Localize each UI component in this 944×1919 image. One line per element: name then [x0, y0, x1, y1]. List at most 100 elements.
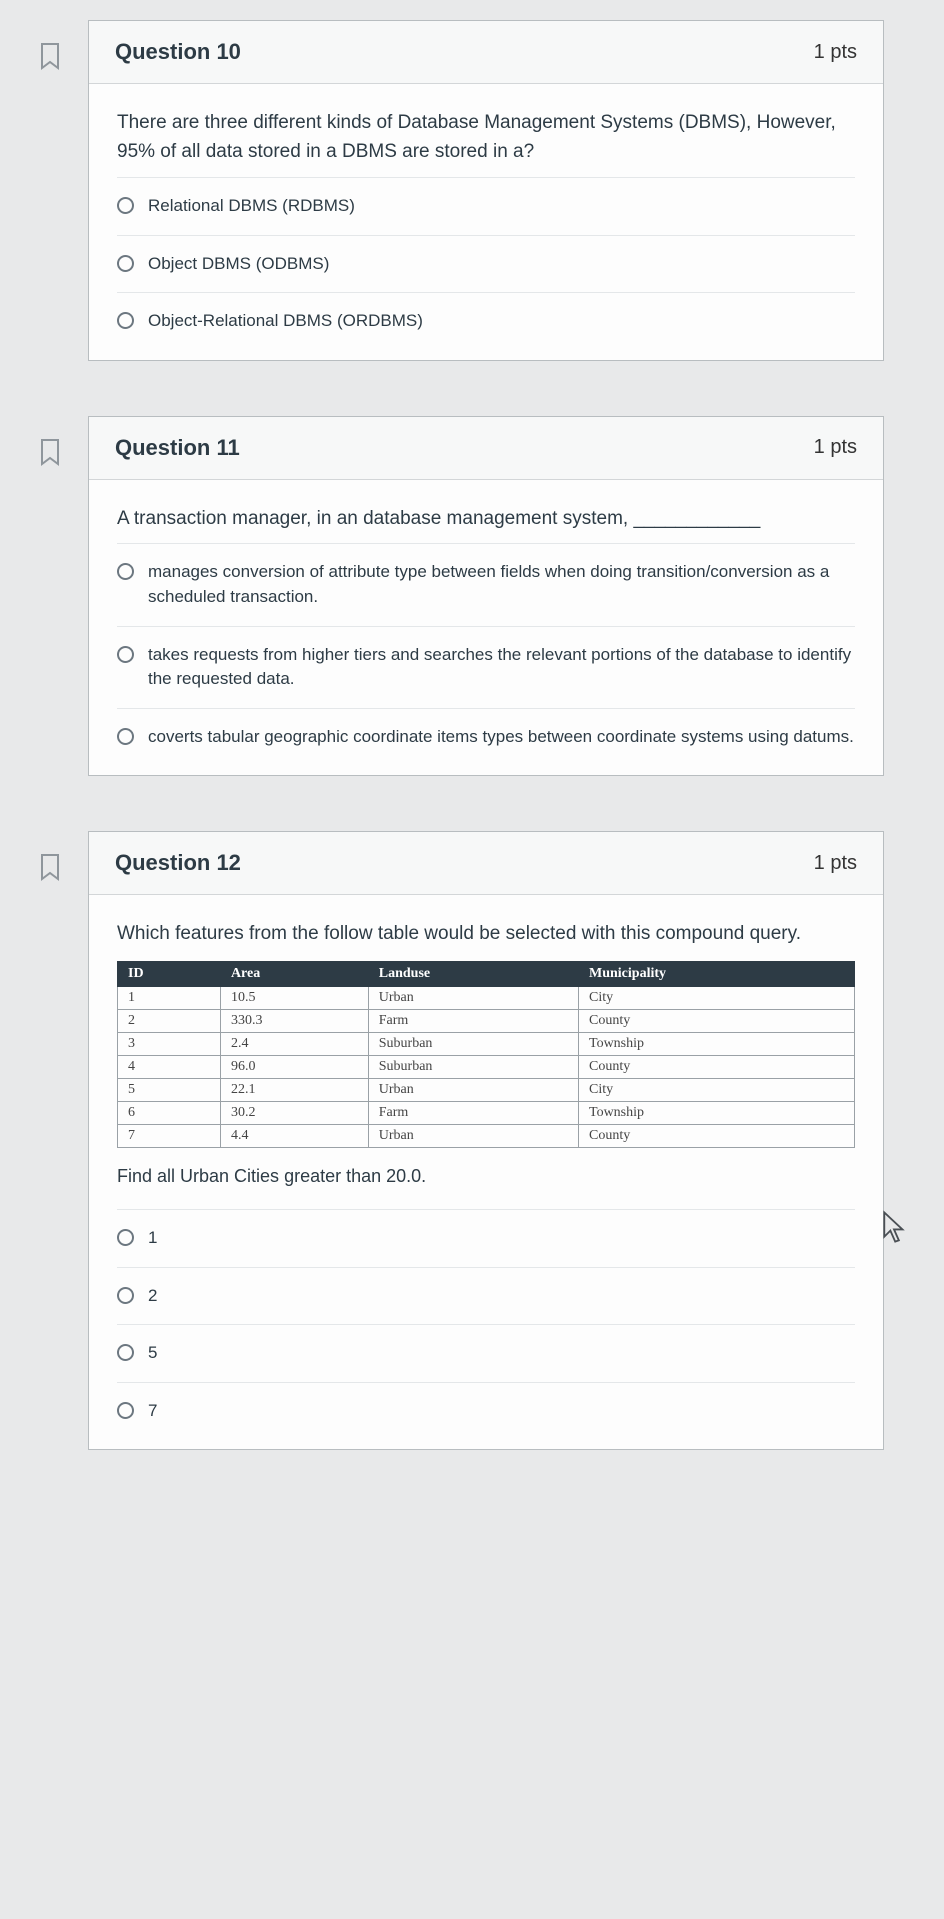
data-table: ID Area Landuse Municipality 110.5UrbanC… — [117, 961, 855, 1148]
table-row: 496.0SuburbanCounty — [118, 1055, 855, 1078]
radio-icon — [117, 312, 134, 329]
radio-icon — [117, 563, 134, 580]
answer-option[interactable]: coverts tabular geographic coordinate it… — [117, 708, 855, 766]
question-title: Question 10 — [115, 39, 241, 65]
table-row: 110.5UrbanCity — [118, 986, 855, 1009]
radio-icon — [117, 1229, 134, 1246]
answer-text: 5 — [148, 1341, 157, 1366]
question-row-11: Question 11 1 pts A transaction manager,… — [30, 416, 884, 777]
table-cell: County — [579, 1055, 855, 1078]
cursor-icon — [880, 1210, 908, 1249]
answer-option[interactable]: manages conversion of attribute type bet… — [117, 543, 855, 625]
question-title: Question 12 — [115, 850, 241, 876]
radio-icon — [117, 646, 134, 663]
radio-icon — [117, 255, 134, 272]
table-cell: Suburban — [368, 1032, 578, 1055]
table-cell: 4 — [118, 1055, 221, 1078]
bookmark-button-q11[interactable] — [30, 416, 70, 466]
table-header: Municipality — [579, 961, 855, 986]
table-cell: Urban — [368, 986, 578, 1009]
answer-option[interactable]: 2 — [117, 1267, 855, 1325]
answer-list: Relational DBMS (RDBMS) Object DBMS (ODB… — [117, 177, 855, 350]
question-stem: A transaction manager, in an database ma… — [117, 504, 855, 533]
bookmark-icon — [38, 438, 62, 466]
table-cell: County — [579, 1009, 855, 1032]
bookmark-button-q10[interactable] — [30, 20, 70, 70]
table-cell: 10.5 — [220, 986, 368, 1009]
answer-text: 2 — [148, 1284, 157, 1309]
table-cell: County — [579, 1124, 855, 1147]
table-row: 32.4SuburbanTownship — [118, 1032, 855, 1055]
answer-text: 1 — [148, 1226, 157, 1251]
table-row: 2330.3FarmCounty — [118, 1009, 855, 1032]
table-body: 110.5UrbanCity 2330.3FarmCounty 32.4Subu… — [118, 986, 855, 1147]
question-body: There are three different kinds of Datab… — [89, 84, 883, 360]
radio-icon — [117, 1402, 134, 1419]
table-cell: Farm — [368, 1009, 578, 1032]
table-header: Landuse — [368, 961, 578, 986]
table-cell: Farm — [368, 1101, 578, 1124]
table-cell: Urban — [368, 1078, 578, 1101]
bookmark-button-q12[interactable] — [30, 831, 70, 881]
answer-text: takes requests from higher tiers and sea… — [148, 643, 855, 692]
answer-option[interactable]: Relational DBMS (RDBMS) — [117, 177, 855, 235]
answer-option[interactable]: Object DBMS (ODBMS) — [117, 235, 855, 293]
table-cell: City — [579, 986, 855, 1009]
bookmark-icon — [38, 853, 62, 881]
radio-icon — [117, 1287, 134, 1304]
answer-text: manages conversion of attribute type bet… — [148, 560, 855, 609]
question-points: 1 pts — [814, 436, 857, 459]
answer-option[interactable]: 5 — [117, 1324, 855, 1382]
table-cell: 22.1 — [220, 1078, 368, 1101]
answer-list: 1 2 5 7 — [117, 1209, 855, 1440]
answer-option[interactable]: Object-Relational DBMS (ORDBMS) — [117, 292, 855, 350]
answer-text: Object-Relational DBMS (ORDBMS) — [148, 309, 423, 334]
table-cell: 30.2 — [220, 1101, 368, 1124]
question-body: A transaction manager, in an database ma… — [89, 480, 883, 776]
table-cell: 2.4 — [220, 1032, 368, 1055]
answer-option[interactable]: 1 — [117, 1209, 855, 1267]
question-followup: Find all Urban Cities greater than 20.0. — [117, 1166, 855, 1187]
table-cell: Township — [579, 1032, 855, 1055]
question-stem: There are three different kinds of Datab… — [117, 108, 855, 167]
answer-text: Relational DBMS (RDBMS) — [148, 194, 355, 219]
table-cell: Suburban — [368, 1055, 578, 1078]
answer-list: manages conversion of attribute type bet… — [117, 543, 855, 765]
table-cell: City — [579, 1078, 855, 1101]
table-row: 522.1UrbanCity — [118, 1078, 855, 1101]
answer-option[interactable]: 7 — [117, 1382, 855, 1440]
table-cell: 1 — [118, 986, 221, 1009]
question-row-10: Question 10 1 pts There are three differ… — [30, 20, 884, 361]
table-cell: 3 — [118, 1032, 221, 1055]
answer-option[interactable]: takes requests from higher tiers and sea… — [117, 626, 855, 708]
question-card-10: Question 10 1 pts There are three differ… — [88, 20, 884, 361]
answer-text: coverts tabular geographic coordinate it… — [148, 725, 854, 750]
table-cell: Township — [579, 1101, 855, 1124]
table-row: 74.4UrbanCounty — [118, 1124, 855, 1147]
question-card-12: Question 12 1 pts Which features from th… — [88, 831, 884, 1450]
question-header: Question 12 1 pts — [89, 832, 883, 895]
question-stem: Which features from the follow table wou… — [117, 919, 855, 948]
question-body: Which features from the follow table wou… — [89, 895, 883, 1449]
table-header: ID — [118, 961, 221, 986]
question-title: Question 11 — [115, 435, 240, 461]
radio-icon — [117, 197, 134, 214]
table-row: 630.2FarmTownship — [118, 1101, 855, 1124]
table-cell: 7 — [118, 1124, 221, 1147]
question-header: Question 10 1 pts — [89, 21, 883, 84]
question-points: 1 pts — [814, 41, 857, 64]
answer-text: 7 — [148, 1399, 157, 1424]
table-cell: 330.3 — [220, 1009, 368, 1032]
radio-icon — [117, 1344, 134, 1361]
table-cell: 6 — [118, 1101, 221, 1124]
table-cell: 96.0 — [220, 1055, 368, 1078]
table-cell: 4.4 — [220, 1124, 368, 1147]
table-header: Area — [220, 961, 368, 986]
bookmark-icon — [38, 42, 62, 70]
table-cell: 2 — [118, 1009, 221, 1032]
table-header-row: ID Area Landuse Municipality — [118, 961, 855, 986]
quiz-page: Question 10 1 pts There are three differ… — [0, 0, 944, 1545]
answer-text: Object DBMS (ODBMS) — [148, 252, 329, 277]
table-cell: Urban — [368, 1124, 578, 1147]
question-header: Question 11 1 pts — [89, 417, 883, 480]
